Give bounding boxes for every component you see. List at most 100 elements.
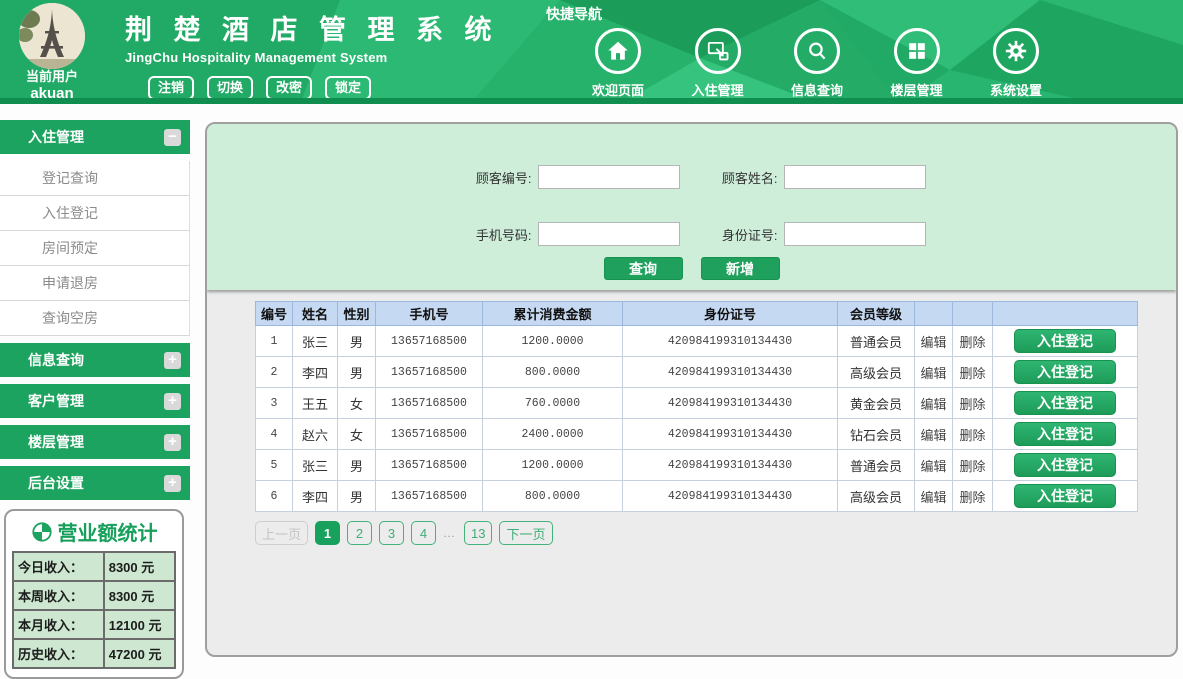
customer-name-label: 顾客姓名: — [704, 168, 778, 187]
edit-link[interactable]: 编辑 — [920, 490, 946, 505]
column-header: 性别 — [338, 302, 376, 326]
id-card-input[interactable] — [784, 222, 926, 246]
page-button-1[interactable]: 1 — [315, 521, 340, 545]
plus-icon[interactable]: + — [164, 434, 181, 451]
id-card: 420984199310134430 — [623, 481, 838, 512]
column-header — [915, 302, 953, 326]
sidebar: 入住管理−登记查询入住登记房间预定申请退房查询空房信息查询+客户管理+楼层管理+… — [0, 120, 190, 507]
form-field-phone-number: 手机号码: — [458, 222, 680, 246]
page-button-3[interactable]: 3 — [379, 521, 404, 545]
plus-icon[interactable]: + — [164, 352, 181, 369]
member-level: 普通会员 — [838, 450, 915, 481]
customer-name: 张三 — [293, 326, 338, 357]
delete-link[interactable]: 删除 — [959, 428, 985, 443]
sidebar-item[interactable]: 登记查询 — [0, 161, 189, 196]
quick-nav-item-label: 系统设置 — [990, 80, 1042, 99]
edit-link[interactable]: 编辑 — [920, 366, 946, 381]
app-title: 荆 楚 酒 店 管 理 系 统 — [125, 8, 499, 47]
id-card: 420984199310134430 — [623, 388, 838, 419]
quick-nav-item[interactable]: 入住管理 — [674, 28, 762, 99]
edit-link[interactable]: 编辑 — [920, 397, 946, 412]
page-button-13[interactable]: 13 — [464, 521, 492, 545]
checkin-button[interactable]: 入住登记 — [1014, 391, 1116, 415]
form-field-customer-id: 顾客编号: — [458, 165, 680, 189]
plus-icon[interactable]: + — [164, 393, 181, 410]
edit-link[interactable]: 编辑 — [920, 459, 946, 474]
member-level: 高级会员 — [838, 481, 915, 512]
form-field-customer-name: 顾客姓名: — [704, 165, 926, 189]
column-header — [953, 302, 993, 326]
quick-nav-title: 快捷导航 — [546, 4, 602, 24]
sidebar-group-0[interactable]: 入住管理− — [0, 120, 190, 154]
sidebar-group-3[interactable]: 楼层管理+ — [0, 425, 190, 459]
form-row-2: 手机号码:身份证号: — [207, 222, 1176, 246]
avatar — [19, 3, 85, 69]
customer-name-input[interactable] — [784, 165, 926, 189]
checkin-button[interactable]: 入住登记 — [1014, 453, 1116, 477]
search-button[interactable]: 查询 — [604, 257, 683, 280]
table-row: 5张三男136571685001200.00004209841993101344… — [256, 450, 1138, 481]
sidebar-group-label: 客户管理 — [28, 391, 84, 411]
total-spend: 1200.0000 — [483, 450, 623, 481]
quick-nav-item[interactable]: 楼层管理 — [873, 28, 961, 99]
checkin-button[interactable]: 入住登记 — [1014, 329, 1116, 353]
column-header: 会员等级 — [838, 302, 915, 326]
delete-link[interactable]: 删除 — [959, 490, 985, 505]
checkin-button[interactable]: 入住登记 — [1014, 422, 1116, 446]
gender: 女 — [338, 388, 376, 419]
id-card: 420984199310134430 — [623, 357, 838, 388]
stats-value: 12100 元 — [104, 610, 175, 639]
sidebar-item[interactable]: 房间预定 — [0, 231, 189, 266]
gender: 男 — [338, 357, 376, 388]
quick-nav-item[interactable]: 系统设置 — [972, 28, 1060, 99]
add-button[interactable]: 新增 — [701, 257, 780, 280]
id-card: 420984199310134430 — [623, 419, 838, 450]
row-id: 1 — [256, 326, 293, 357]
plus-icon[interactable]: + — [164, 475, 181, 492]
row-id: 6 — [256, 481, 293, 512]
page-button-2[interactable]: 2 — [347, 521, 372, 545]
table-row: 2李四男13657168500800.000042098419931013443… — [256, 357, 1138, 388]
page-button-4[interactable]: 4 — [411, 521, 436, 545]
stats-label: 本月收入： — [13, 610, 104, 639]
minus-icon[interactable]: − — [164, 129, 181, 146]
prev-page-button[interactable]: 上一页 — [255, 521, 308, 545]
home-icon — [595, 28, 641, 74]
customer-id-input[interactable] — [538, 165, 680, 189]
checkin-button[interactable]: 入住登记 — [1014, 360, 1116, 384]
delete-link[interactable]: 删除 — [959, 459, 985, 474]
results-table-wrap: 编号姓名性别手机号累计消费金额身份证号会员等级 1张三男136571685001… — [255, 301, 1176, 512]
app-header: 当前用户 akuan 荆 楚 酒 店 管 理 系 统 JingChu Hospi… — [0, 0, 1183, 104]
quick-nav-item[interactable]: 信息查询 — [773, 28, 861, 99]
delete-link[interactable]: 删除 — [959, 366, 985, 381]
total-spend: 760.0000 — [483, 388, 623, 419]
edit-link[interactable]: 编辑 — [920, 428, 946, 443]
checkin-button[interactable]: 入住登记 — [1014, 484, 1116, 508]
sidebar-item[interactable]: 申请退房 — [0, 266, 189, 301]
session-button-2[interactable]: 改密 — [266, 76, 312, 100]
quick-nav-item-label: 欢迎页面 — [592, 80, 644, 99]
delete-link[interactable]: 删除 — [959, 397, 985, 412]
session-button-3[interactable]: 锁定 — [325, 76, 371, 100]
customer-name: 赵六 — [293, 419, 338, 450]
next-page-button[interactable]: 下一页 — [499, 521, 552, 545]
session-button-0[interactable]: 注销 — [148, 76, 194, 100]
delete-link[interactable]: 删除 — [959, 335, 985, 350]
phone-number-input[interactable] — [538, 222, 680, 246]
sidebar-group-1[interactable]: 信息查询+ — [0, 343, 190, 377]
sidebar-group-items: 登记查询入住登记房间预定申请退房查询空房 — [0, 161, 190, 336]
customer-name: 王五 — [293, 388, 338, 419]
current-user-label: 当前用户 — [6, 70, 98, 85]
session-button-1[interactable]: 切换 — [207, 76, 253, 100]
quick-nav-item[interactable]: 欢迎页面 — [574, 28, 662, 99]
table-row: 6李四男13657168500800.000042098419931013443… — [256, 481, 1138, 512]
sidebar-item[interactable]: 入住登记 — [0, 196, 189, 231]
sidebar-group-2[interactable]: 客户管理 + — [0, 384, 190, 418]
table-row: 4赵六女136571685002400.00004209841993101344… — [256, 419, 1138, 450]
customer-name: 张三 — [293, 450, 338, 481]
edit-link[interactable]: 编辑 — [920, 335, 946, 350]
sidebar-item[interactable]: 查询空房 — [0, 301, 189, 336]
sidebar-group-4[interactable]: 后台设置+ — [0, 466, 190, 500]
stats-value: 8300 元 — [104, 552, 175, 581]
table-row: 3王五女13657168500760.000042098419931013443… — [256, 388, 1138, 419]
